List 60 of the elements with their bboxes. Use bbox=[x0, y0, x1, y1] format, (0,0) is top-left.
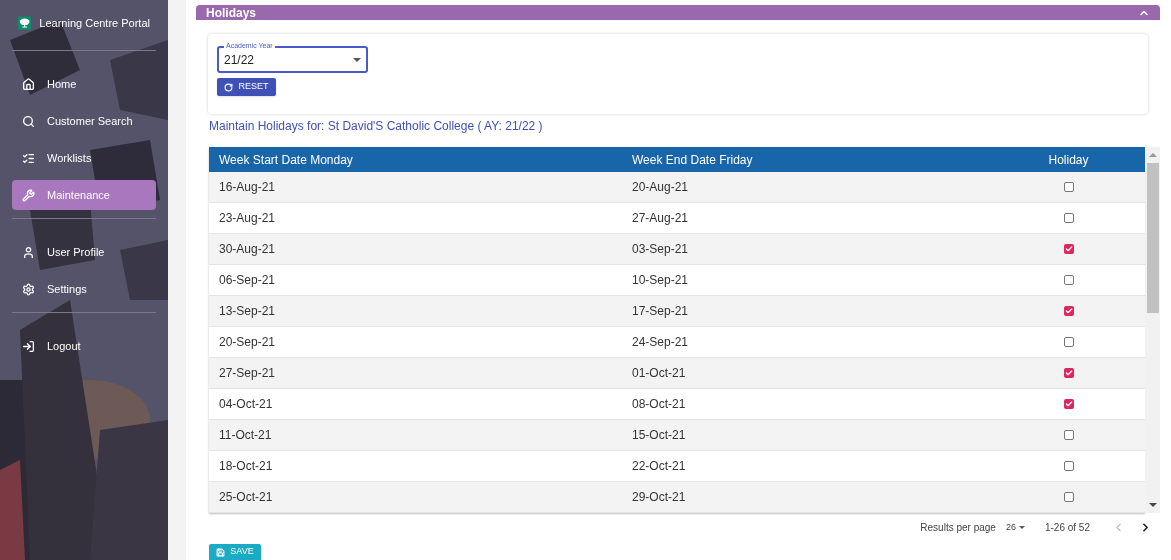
table-cell-text: 20-Aug-21 bbox=[632, 179, 690, 197]
column-header: Holiday bbox=[1047, 151, 1090, 169]
search-icon bbox=[22, 114, 35, 128]
table-cell-text: 29-Oct-21 bbox=[632, 489, 687, 507]
nav-item[interactable]: Worklists bbox=[12, 143, 156, 173]
table-cell-text: 30-Aug-21 bbox=[218, 241, 277, 259]
holiday-checkbox[interactable] bbox=[1063, 492, 1074, 503]
table-cell-text: 17-Sep-21 bbox=[632, 303, 690, 321]
holiday-checkbox[interactable] bbox=[1063, 337, 1074, 348]
nav-item[interactable]: Logout bbox=[12, 331, 156, 361]
holiday-checkbox[interactable] bbox=[1063, 461, 1074, 472]
table-cell-text: 11-Oct-21 bbox=[218, 427, 273, 445]
holiday-checkbox[interactable] bbox=[1063, 275, 1074, 286]
table-cell-text: 13-Sep-21 bbox=[218, 303, 277, 321]
login-arrow-icon bbox=[22, 339, 35, 353]
nav-item[interactable]: Customer Search bbox=[12, 106, 156, 136]
table-cell-text: 23-Aug-21 bbox=[218, 210, 277, 228]
table-cell-text: 25-Oct-21 bbox=[218, 489, 274, 507]
results-per-page-label: Results per page bbox=[920, 521, 996, 536]
holiday-checkbox[interactable] bbox=[1063, 399, 1074, 410]
nav-item[interactable]: User Profile bbox=[12, 237, 156, 267]
home-icon bbox=[22, 77, 35, 91]
holiday-checkbox[interactable] bbox=[1063, 368, 1074, 379]
nav-item[interactable]: Settings bbox=[12, 274, 156, 304]
column-header: Week End Date Friday bbox=[632, 151, 754, 169]
table-cell-text: 03-Sep-21 bbox=[632, 241, 690, 259]
app-title: Learning Centre Portal bbox=[39, 15, 150, 31]
nav-item[interactable]: Home bbox=[12, 69, 156, 99]
table-cell-text: 08-Oct-21 bbox=[632, 396, 687, 414]
table-cell-text: 06-Sep-21 bbox=[218, 272, 277, 290]
table-cell-text: 18-Oct-21 bbox=[218, 458, 274, 476]
maintain-heading: Maintain Holidays for: St David'S Catholic College ( AY: 21/22 ) bbox=[209, 118, 544, 136]
user-icon bbox=[22, 245, 35, 259]
reset-icon bbox=[224, 82, 234, 92]
table-cell-text: 01-Oct-21 bbox=[632, 365, 687, 383]
column-header: Week Start Date Monday bbox=[218, 151, 354, 169]
holiday-checkbox[interactable] bbox=[1063, 213, 1074, 224]
wrench-icon bbox=[22, 188, 35, 202]
per-page-select[interactable]: 26 bbox=[1005, 521, 1025, 535]
table-cell-text: 10-Sep-21 bbox=[632, 272, 690, 290]
dropdown-caret-icon bbox=[353, 57, 361, 62]
table-cell-text: 20-Sep-21 bbox=[218, 334, 277, 352]
holiday-checkbox[interactable] bbox=[1063, 306, 1074, 317]
holiday-checkbox[interactable] bbox=[1063, 244, 1074, 255]
holiday-checkbox[interactable] bbox=[1063, 430, 1074, 441]
table-cell-text: 27-Aug-21 bbox=[632, 210, 690, 228]
holiday-checkbox[interactable] bbox=[1063, 182, 1074, 193]
checklist-icon bbox=[22, 151, 35, 165]
table-cell-text: 22-Oct-21 bbox=[632, 458, 687, 476]
page-range: 1-26 of 52 bbox=[1044, 521, 1090, 536]
save-icon bbox=[216, 547, 226, 557]
table-cell-text: 16-Aug-21 bbox=[218, 179, 277, 197]
table-cell-text: 27-Sep-21 bbox=[218, 365, 277, 383]
settings-icon bbox=[22, 282, 35, 296]
panel-header[interactable]: Holidays bbox=[196, 5, 1160, 20]
scrollbar[interactable] bbox=[1145, 147, 1160, 514]
table-cell-text: 04-Oct-21 bbox=[218, 396, 274, 414]
table-cell-text: 24-Sep-21 bbox=[632, 334, 690, 352]
table-cell-text: 15-Oct-21 bbox=[632, 427, 687, 445]
reset-button[interactable]: RESET bbox=[217, 78, 276, 96]
